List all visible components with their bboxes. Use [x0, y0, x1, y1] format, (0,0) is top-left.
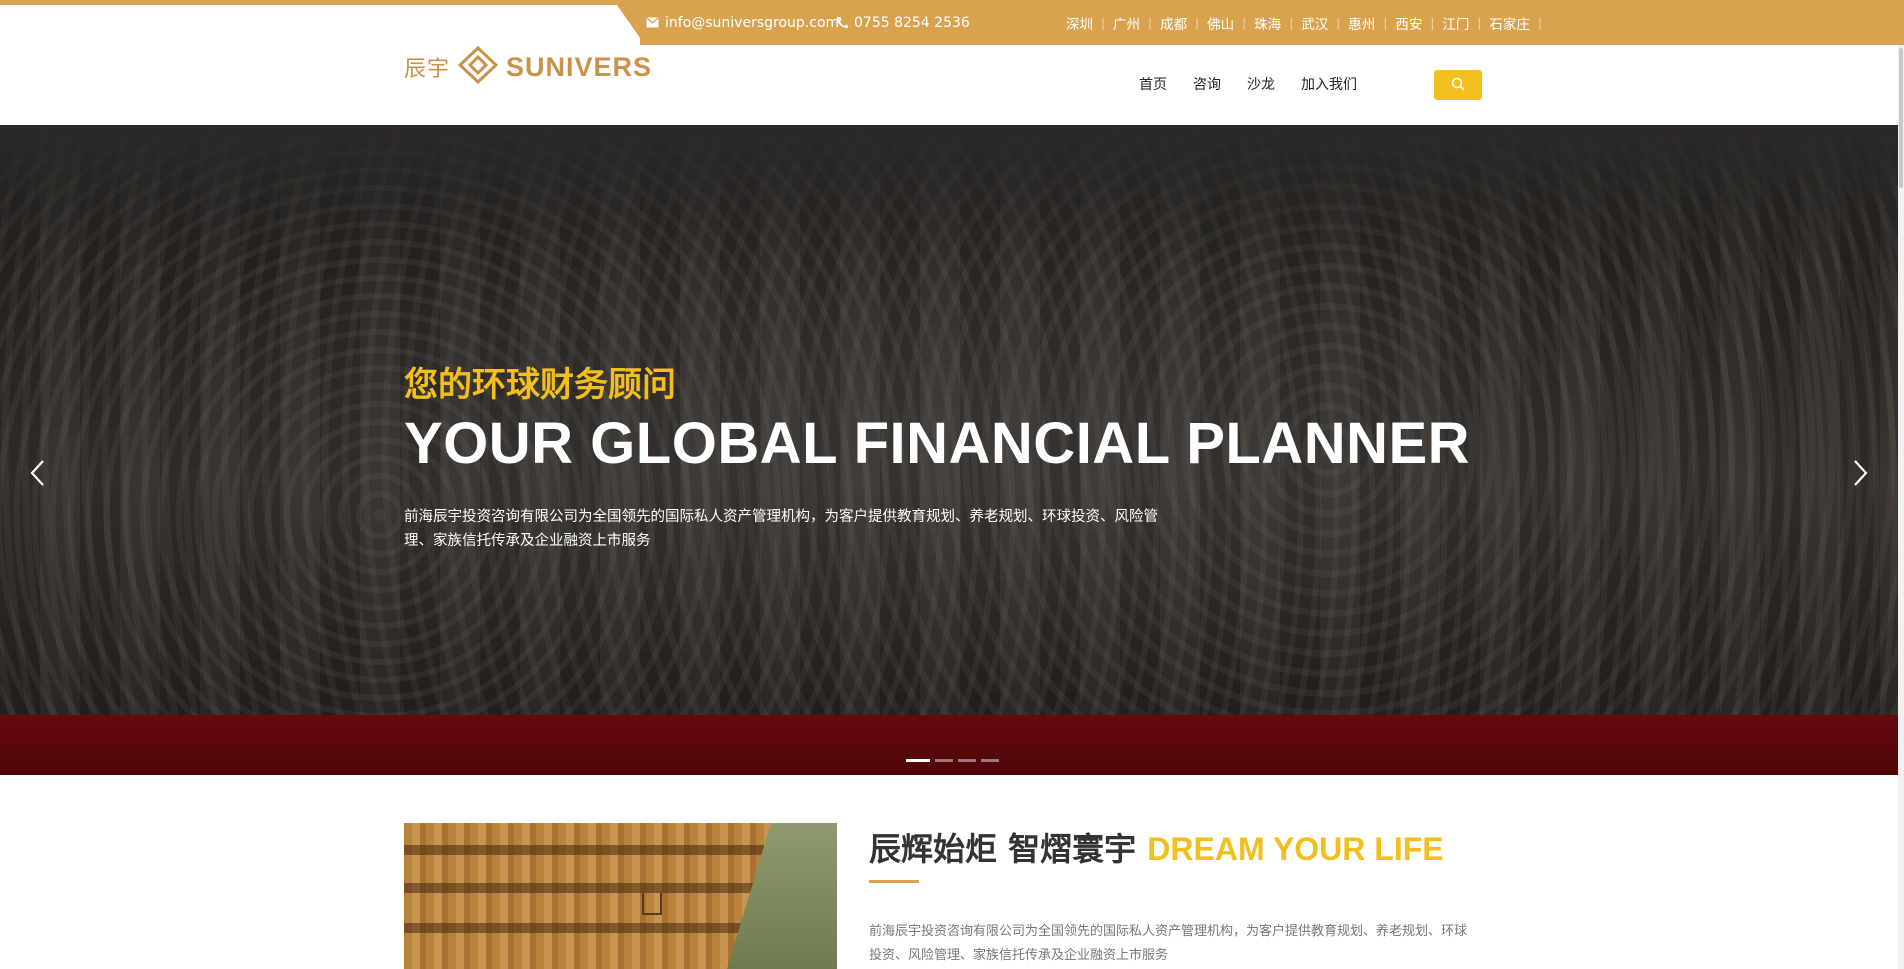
- city-link[interactable]: 广州: [1105, 13, 1148, 33]
- city-link[interactable]: 深圳: [1058, 13, 1101, 33]
- email-link[interactable]: info@suniversgroup.com: [646, 0, 839, 45]
- search-button[interactable]: [1434, 70, 1482, 100]
- city-link[interactable]: 佛山: [1199, 13, 1242, 33]
- slider-dot[interactable]: [981, 759, 999, 762]
- mail-icon: [646, 17, 659, 28]
- about-title: 辰辉始炬 智熠寰宇 DREAM YOUR LIFE: [869, 824, 1444, 870]
- hero-title-cn: 您的环球财务顾问: [404, 365, 676, 405]
- city-link[interactable]: 石家庄: [1481, 13, 1538, 33]
- slider-dot[interactable]: [906, 759, 930, 762]
- city-link[interactable]: 西安: [1387, 13, 1430, 33]
- email-text: info@suniversgroup.com: [665, 14, 840, 31]
- phone-link[interactable]: 0755 8254 2536: [836, 0, 970, 45]
- image-lamp: [642, 893, 662, 915]
- scrollbar-thumb[interactable]: [1899, 48, 1903, 188]
- search-icon: [1451, 76, 1465, 95]
- slider-prev-button[interactable]: [22, 455, 52, 495]
- about-description: 前海辰宇投资咨询有限公司为全国领先的国际私人资产管理机构，为客户提供教育规划、养…: [869, 924, 1468, 963]
- logo-text-cn: 辰宇: [404, 57, 451, 82]
- chevron-right-icon: [1853, 459, 1869, 491]
- city-link[interactable]: 江门: [1434, 13, 1477, 33]
- hero-banner: 您的环球财务顾问 YOUR GLOBAL FINANCIAL PLANNER 前…: [0, 125, 1898, 775]
- separator: |: [1537, 15, 1542, 30]
- hero-description: 前海辰宇投资咨询有限公司为全国领先的国际私人资产管理机构，为客户提供教育规划、养…: [404, 509, 1158, 549]
- about-divider: [869, 880, 919, 883]
- phone-text: 0755 8254 2536: [854, 14, 970, 31]
- slider-next-button[interactable]: [1846, 455, 1876, 495]
- site-logo[interactable]: 辰宇 SUNIVERS: [404, 45, 653, 88]
- slider-dot[interactable]: [958, 759, 976, 762]
- about-title-en: DREAM YOUR LIFE: [1147, 831, 1444, 867]
- main-nav: 首页 咨询 沙龙 加入我们: [1136, 73, 1370, 97]
- slider-dot[interactable]: [935, 759, 953, 762]
- logo-mark-icon: [457, 45, 499, 88]
- city-link[interactable]: 惠州: [1340, 13, 1383, 33]
- nav-item-home[interactable]: 首页: [1136, 73, 1180, 97]
- logo-text-en: SUNIVERS: [506, 51, 653, 82]
- nav-item-consulting[interactable]: 咨询: [1180, 73, 1234, 97]
- city-links: 深圳 | 广州 | 成都 | 佛山 | 珠海 | 武汉 | 惠州 | 西安 | 江门 | 石家庄 |: [1058, 0, 1542, 45]
- phone-icon: [836, 16, 848, 29]
- about-image: [404, 823, 837, 969]
- about-title-cn: 辰辉始炬 智熠寰宇: [869, 830, 1137, 868]
- site-header: [0, 45, 1904, 125]
- city-link[interactable]: 成都: [1152, 13, 1195, 33]
- nav-item-salon[interactable]: 沙龙: [1234, 73, 1288, 97]
- nav-item-join-us[interactable]: 加入我们: [1288, 73, 1370, 97]
- chevron-left-icon: [29, 459, 45, 491]
- city-link[interactable]: 珠海: [1246, 13, 1289, 33]
- city-link[interactable]: 武汉: [1293, 13, 1336, 33]
- slider-pagination: [906, 759, 999, 762]
- hero-title-en: YOUR GLOBAL FINANCIAL PLANNER: [404, 411, 1471, 476]
- top-bar-cutout: [0, 5, 640, 45]
